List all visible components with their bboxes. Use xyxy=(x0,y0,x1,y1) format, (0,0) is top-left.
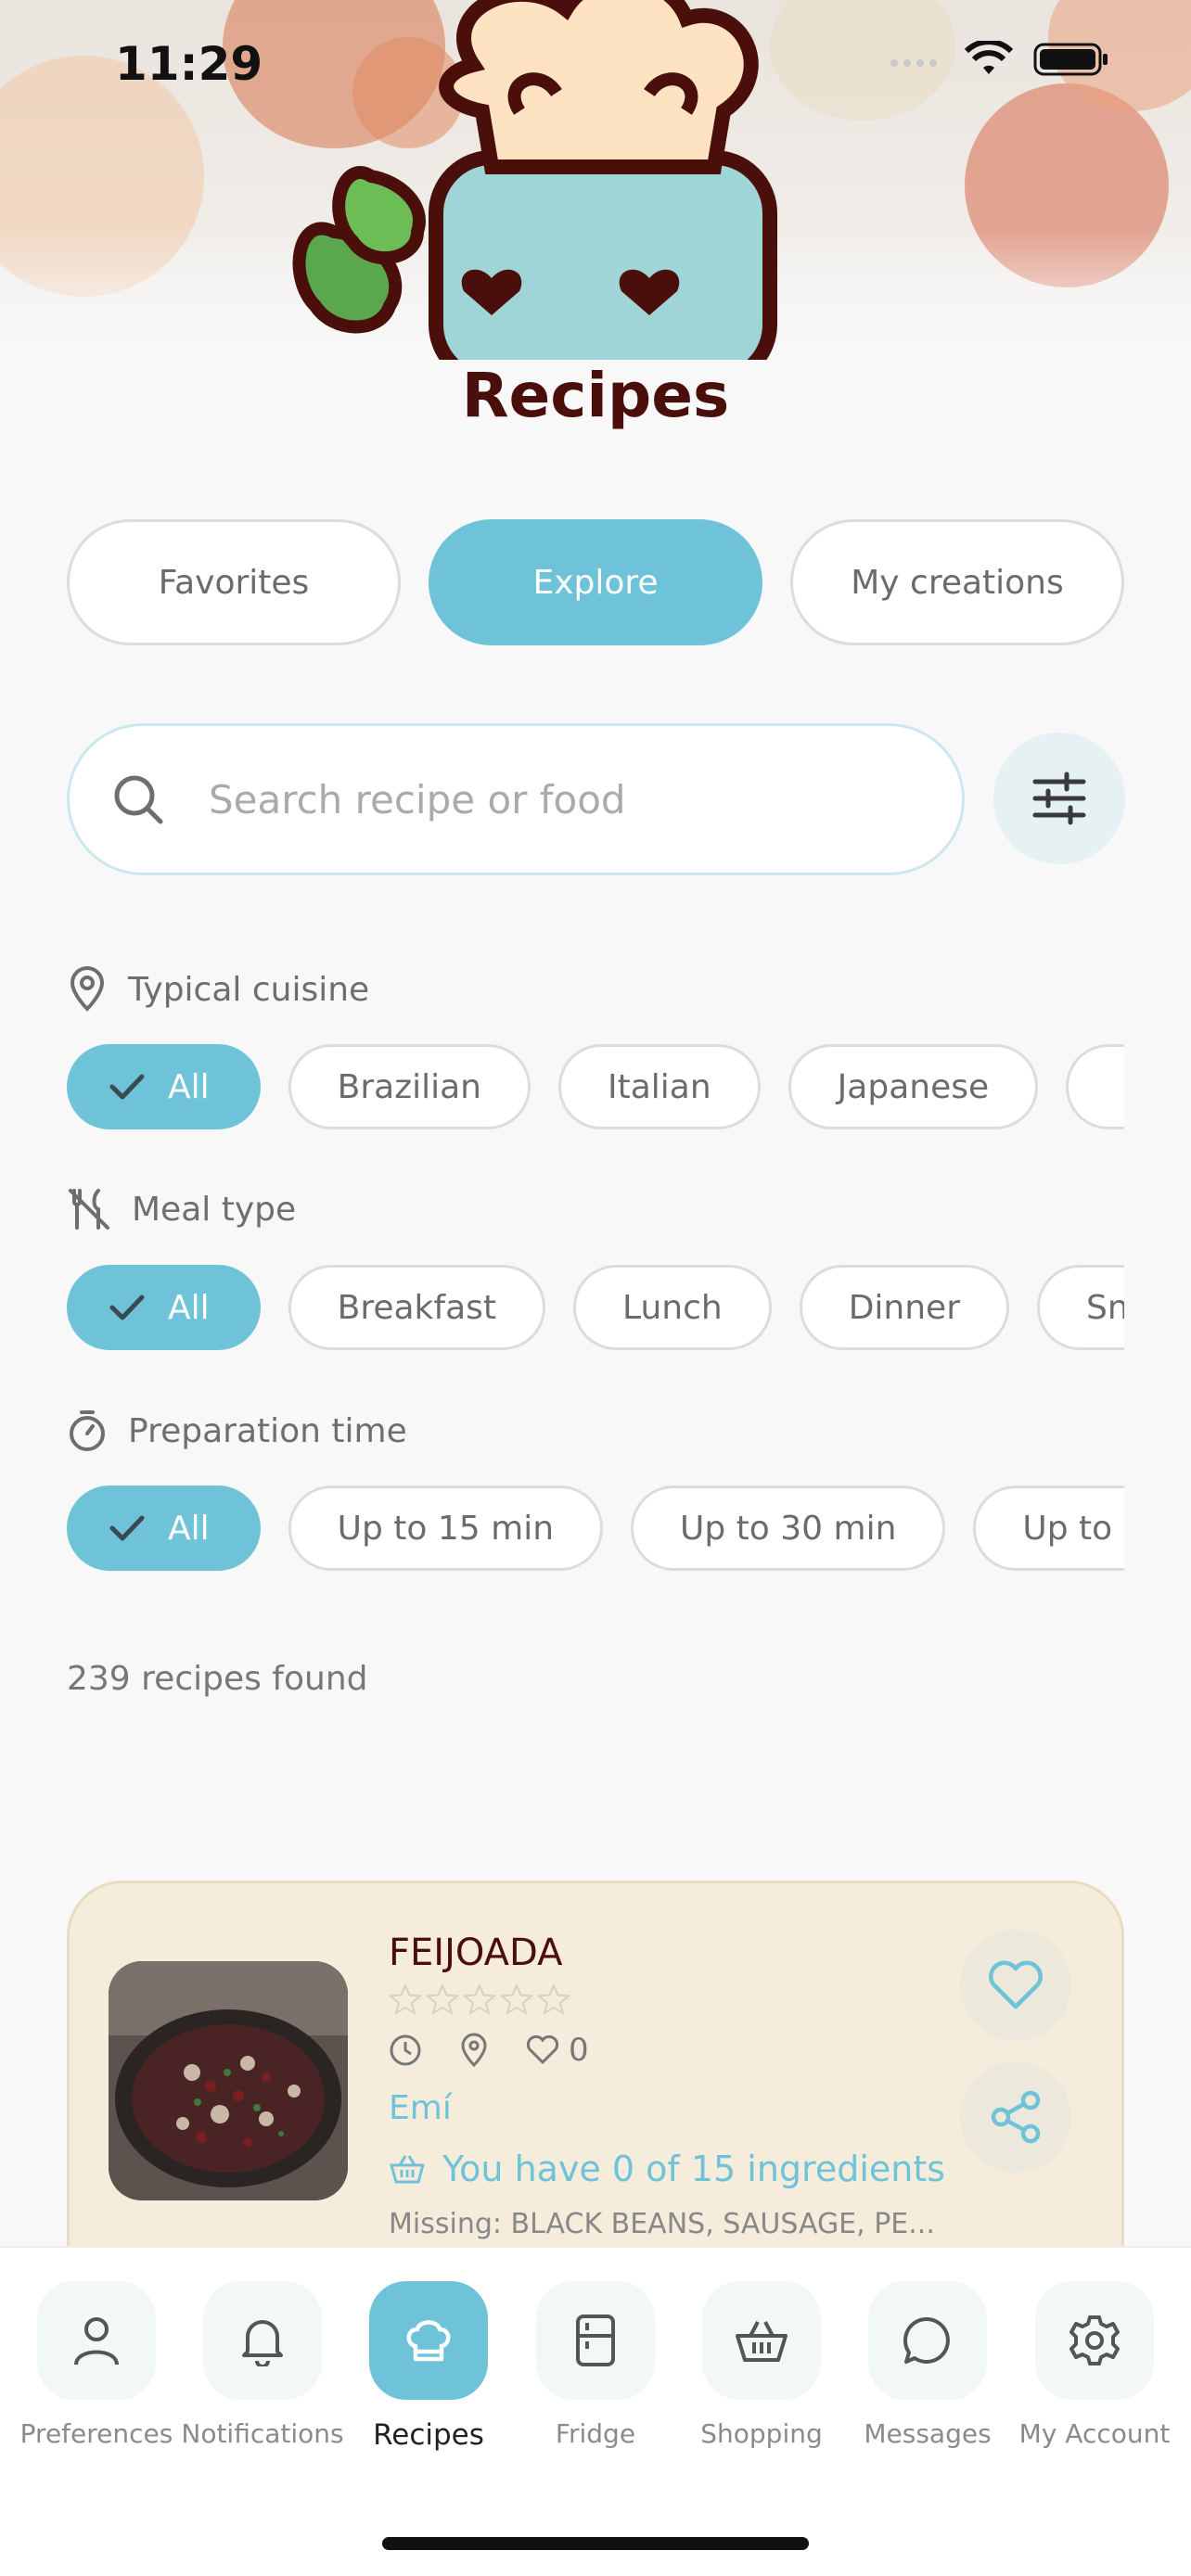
bell-icon xyxy=(242,2320,283,2366)
recipe-image xyxy=(109,1961,348,2200)
tab-label: Recipes xyxy=(373,2418,484,2452)
tab-label: Messages xyxy=(864,2418,992,2449)
chip-meal-breakfast[interactable]: Breakfast xyxy=(288,1265,546,1350)
prep-time-label: Preparation time xyxy=(67,1408,407,1454)
tab-label: My Account xyxy=(1018,2418,1171,2449)
check-icon xyxy=(109,1515,145,1541)
bottom-tab-bar: Preferences Notifications Recipes Fridge… xyxy=(0,2246,1191,2576)
status-time: 11:29 xyxy=(115,37,263,91)
recipe-title: FEIJOADA xyxy=(389,1932,563,1974)
tab-favorites[interactable]: Favorites xyxy=(67,519,401,645)
page-title: Recipes xyxy=(461,360,730,431)
prep-time-label-text: Preparation time xyxy=(128,1411,407,1450)
tab-shopping[interactable]: Shopping xyxy=(678,2281,845,2449)
likes: 0 xyxy=(526,2032,589,2069)
tab-my-creations[interactable]: My creations xyxy=(790,519,1124,645)
chip-meal-dinner[interactable]: Dinner xyxy=(799,1265,1009,1350)
meal-type-label-text: Meal type xyxy=(132,1190,297,1229)
home-indicator[interactable] xyxy=(382,2537,809,2550)
share-button[interactable] xyxy=(960,2061,1071,2173)
location-pin-icon xyxy=(70,966,105,1012)
sliders-icon xyxy=(1032,772,1086,825)
battery-icon xyxy=(1033,43,1108,76)
check-icon xyxy=(109,1294,145,1320)
heart-outline-icon xyxy=(526,2035,559,2065)
status-icons xyxy=(889,41,1109,78)
search-input[interactable] xyxy=(209,776,914,823)
cuisine-label-text: Typical cuisine xyxy=(128,970,370,1009)
star-icon xyxy=(389,1983,422,2015)
ingredients-text: You have 0 of 15 ingredients xyxy=(442,2149,946,2189)
chip-time-all[interactable]: All xyxy=(67,1486,261,1571)
chip-meal-lunch[interactable]: Lunch xyxy=(573,1265,772,1350)
cuisine-label: Typical cuisine xyxy=(67,966,369,1013)
likes-count: 0 xyxy=(569,2032,589,2069)
chip-cuisine-italian[interactable]: Italian xyxy=(557,1044,761,1129)
chip-cuisine-japanese[interactable]: Japanese xyxy=(788,1044,1039,1129)
star-icon xyxy=(537,1983,570,2015)
star-rating[interactable] xyxy=(389,1983,570,2015)
signal-icon xyxy=(890,59,937,67)
tab-messages[interactable]: Messages xyxy=(844,2281,1011,2449)
prep-time-chips: All Up to 15 min Up to 30 min Up to 1h xyxy=(67,1486,1124,1571)
utensils-off-icon xyxy=(69,1189,109,1230)
chat-bubble-icon xyxy=(903,2316,950,2364)
star-icon xyxy=(426,1983,459,2015)
chef-mascot-icon xyxy=(292,0,777,360)
share-icon xyxy=(991,2090,1041,2144)
filter-button[interactable] xyxy=(993,733,1125,864)
chip-meal-all[interactable]: All xyxy=(67,1265,261,1350)
ingredients-status: You have 0 of 15 ingredients xyxy=(389,2149,945,2189)
tab-label: Fridge xyxy=(555,2418,636,2449)
chip-cuisine-brazilian[interactable]: Brazilian xyxy=(288,1044,531,1129)
clock-icon xyxy=(390,2034,421,2066)
chip-cuisine-more[interactable] xyxy=(1066,1044,1124,1129)
star-icon xyxy=(500,1983,533,2015)
chip-time-15[interactable]: Up to 15 min xyxy=(288,1486,604,1571)
location-pin-icon xyxy=(461,2033,487,2068)
heart-outline-icon xyxy=(989,1960,1043,2009)
gear-icon xyxy=(1069,2315,1120,2366)
person-icon xyxy=(74,2317,119,2366)
recipe-segment-control: Favorites Explore My creations xyxy=(67,519,1124,645)
fridge-icon xyxy=(576,2315,615,2366)
tab-explore[interactable]: Explore xyxy=(429,519,762,645)
chip-time-1h[interactable]: Up to 1h xyxy=(973,1486,1124,1571)
results-count: 239 recipes found xyxy=(67,1660,368,1698)
basket-icon xyxy=(390,2155,425,2184)
chef-hat-icon xyxy=(406,2320,451,2362)
missing-ingredients: Missing: BLACK BEANS, SAUSAGE, PE... xyxy=(389,2208,935,2240)
recipe-meta: 0 xyxy=(389,2032,589,2069)
chip-cuisine-all[interactable]: All xyxy=(67,1044,261,1129)
meal-type-label: Meal type xyxy=(67,1187,296,1231)
favorite-button[interactable] xyxy=(960,1930,1071,2041)
basket-icon xyxy=(736,2321,788,2362)
recipe-author[interactable]: Emí xyxy=(389,2089,452,2127)
wifi-icon xyxy=(965,41,1013,74)
tab-preferences[interactable]: Preferences xyxy=(13,2281,180,2449)
chip-time-30[interactable]: Up to 30 min xyxy=(631,1486,946,1571)
timer-icon xyxy=(70,1410,105,1451)
check-icon xyxy=(109,1074,145,1100)
tab-label: Shopping xyxy=(700,2418,823,2449)
star-icon xyxy=(463,1983,496,2015)
tab-notifications[interactable]: Notifications xyxy=(179,2281,346,2449)
tab-label: Notifications xyxy=(181,2418,344,2449)
tab-my-account[interactable]: My Account xyxy=(1011,2281,1178,2449)
search-bar[interactable] xyxy=(67,723,965,875)
cuisine-chips: All Brazilian Italian Japanese xyxy=(67,1044,1124,1129)
tab-fridge[interactable]: Fridge xyxy=(512,2281,679,2449)
recipe-card[interactable]: FEIJOADA 0 Emí You have 0 of 15 ingredie… xyxy=(67,1881,1124,2307)
tab-label: Preferences xyxy=(19,2418,173,2449)
chip-meal-snack[interactable]: Snc xyxy=(1037,1265,1124,1350)
meal-type-chips: All Breakfast Lunch Dinner Snc xyxy=(67,1265,1124,1350)
tab-recipes[interactable]: Recipes xyxy=(345,2281,512,2452)
search-icon xyxy=(114,775,163,824)
